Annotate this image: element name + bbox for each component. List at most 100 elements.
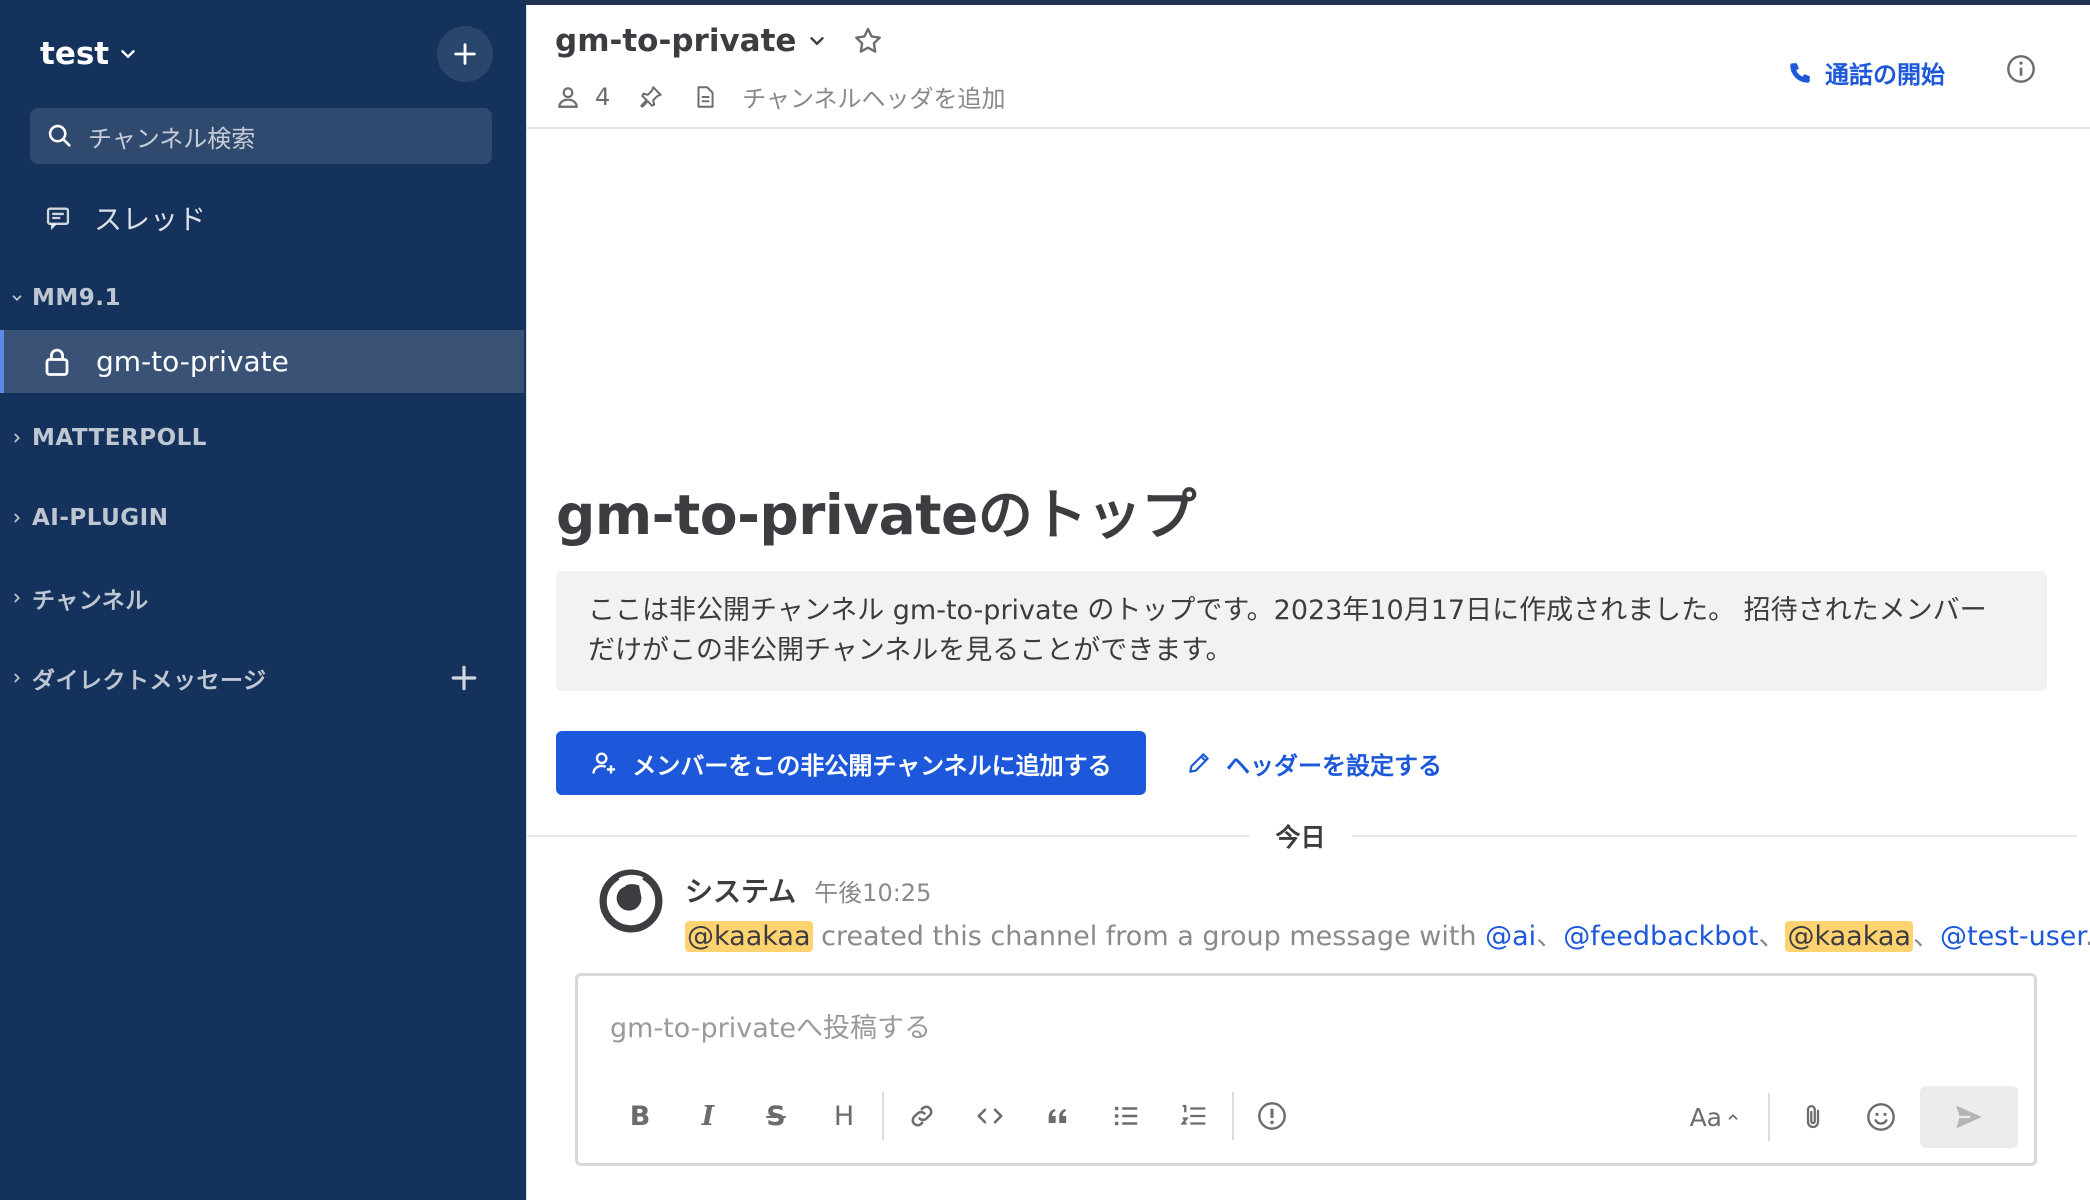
post-time[interactable]: 午後10:25: [814, 873, 931, 908]
strikethrough-button[interactable]: S: [742, 1088, 810, 1144]
attach-file-button[interactable]: [1784, 1089, 1842, 1145]
system-avatar: [599, 869, 663, 933]
sidebar-item-threads[interactable]: スレッド: [0, 192, 526, 244]
intro-line-1: ここは非公開チャンネル gm-to-private のトップです。2023年10…: [588, 595, 1987, 626]
add-channel-button[interactable]: [437, 26, 493, 82]
channel-label: gm-to-private: [96, 345, 289, 378]
add-direct-message-icon[interactable]: [448, 662, 480, 694]
pencil-icon: [1189, 753, 1209, 773]
separator: 、: [1912, 921, 1940, 952]
channel-intro-description: ここは非公開チャンネル gm-to-private のトップです。2023年10…: [556, 571, 2047, 691]
post-message: @kaakaa created this channel from a grou…: [685, 914, 2090, 953]
set-header-label: ヘッダーを設定する: [1226, 751, 1442, 780]
mention-kaakaa[interactable]: @kaakaa: [1785, 921, 1913, 952]
sidebar-item-gm-to-private[interactable]: gm-to-private: [0, 330, 524, 393]
message-composer[interactable]: gm-to-privateへ投稿する B I S H Aa: [575, 973, 2037, 1166]
sidebar-divider: [526, 0, 527, 1200]
chevron-right-icon: [14, 593, 20, 603]
category-matterpoll[interactable]: MATTERPOLL: [0, 418, 526, 458]
intro-line-2: だけがこの非公開チャンネルを見ることができます。: [588, 635, 1233, 666]
send-icon: [1956, 1105, 1982, 1129]
heading-button[interactable]: H: [810, 1088, 878, 1144]
set-header-button[interactable]: ヘッダーを設定する: [1186, 731, 1442, 795]
category-label: MM9.1: [32, 285, 122, 311]
date-separator: 今日: [1275, 823, 1326, 852]
phone-icon: [1790, 62, 1810, 83]
category-mm91[interactable]: MM9.1: [0, 278, 526, 318]
formatting-toggle-button[interactable]: Aa: [1676, 1103, 1754, 1132]
link-icon: [911, 1105, 933, 1127]
date-separator-line: [527, 835, 1249, 837]
chevron-right-icon: [14, 433, 20, 443]
bold-button[interactable]: B: [606, 1088, 674, 1144]
category-label: チャンネル: [32, 588, 149, 614]
category-ai-plugin[interactable]: AI-PLUGIN: [0, 498, 526, 538]
alert-circle-icon: [1258, 1102, 1286, 1130]
numbered-list-icon: [1180, 1104, 1206, 1125]
channel-intro-title: gm-to-privateのトップ: [556, 483, 1196, 547]
member-icon[interactable]: [555, 84, 581, 110]
mention-ai[interactable]: @ai: [1485, 921, 1536, 952]
toolbar-divider: [882, 1092, 884, 1140]
info-icon[interactable]: [2005, 53, 2037, 85]
date-separator-line: [1352, 835, 2077, 837]
mention-feedbackbot[interactable]: @feedbackbot: [1563, 921, 1758, 952]
toolbar-divider: [1768, 1093, 1770, 1141]
category-channels[interactable]: チャンネル: [0, 578, 526, 618]
member-count[interactable]: 4: [595, 83, 610, 111]
add-members-label: メンバーをこの非公開チャンネルに追加する: [632, 751, 1112, 780]
separator: 、: [1758, 921, 1786, 952]
sidebar: test チャンネル検索 スレッド MM9.1 gm-to-private MA…: [0, 0, 526, 1200]
add-member-icon: [592, 752, 616, 774]
code-icon: [977, 1108, 1003, 1124]
send-button[interactable]: [1920, 1086, 2018, 1148]
team-menu-button[interactable]: test: [40, 30, 139, 78]
start-call-label: 通話の開始: [1825, 61, 1945, 89]
toolbar-divider: [1232, 1092, 1234, 1140]
category-label: ダイレクトメッセージ: [32, 668, 267, 694]
star-icon[interactable]: [852, 25, 884, 57]
italic-button[interactable]: I: [674, 1088, 742, 1144]
quote-button[interactable]: [1024, 1088, 1092, 1144]
emoji-picker-button[interactable]: [1852, 1089, 1910, 1145]
add-channel-header-link[interactable]: チャンネルヘッダを追加: [742, 79, 1005, 114]
composer-placeholder[interactable]: gm-to-privateへ投稿する: [610, 1006, 931, 1045]
code-button[interactable]: [956, 1088, 1024, 1144]
emoji-icon: [1867, 1103, 1895, 1131]
quote-icon: [1048, 1109, 1067, 1123]
chevron-right-icon: [14, 513, 20, 523]
mention-creator[interactable]: @kaakaa: [685, 921, 813, 952]
channel-title[interactable]: gm-to-private: [555, 23, 796, 59]
channel-search-input[interactable]: チャンネル検索: [30, 108, 492, 164]
threads-icon: [46, 207, 70, 231]
post-end: .: [2085, 921, 2090, 952]
chevron-up-icon: [1728, 1114, 1738, 1120]
add-members-button[interactable]: メンバーをこの非公開チャンネルに追加する: [556, 731, 1146, 795]
post-header: システム 午後10:25: [685, 870, 931, 910]
search-placeholder: チャンネル検索: [88, 124, 256, 153]
bullet-list-button[interactable]: [1092, 1088, 1160, 1144]
post-author[interactable]: システム: [685, 870, 796, 910]
composer-right-tools: Aa: [1676, 1086, 2018, 1148]
pin-icon[interactable]: [638, 84, 664, 110]
separator: 、: [1536, 921, 1564, 952]
lock-icon: [45, 348, 69, 376]
priority-button[interactable]: [1238, 1088, 1306, 1144]
category-label: AI-PLUGIN: [32, 505, 169, 531]
chevron-right-icon: [14, 673, 20, 683]
link-button[interactable]: [888, 1088, 956, 1144]
formatting-toggle-label: Aa: [1689, 1102, 1722, 1132]
post-text: created this channel from a group messag…: [812, 921, 1486, 952]
channel-header: gm-to-private 4 チャンネルヘッダを追加 通話の開始: [527, 5, 2090, 129]
formatting-toolbar: B I S H: [606, 1088, 1306, 1144]
chevron-down-icon: [121, 50, 135, 58]
team-name: test: [40, 36, 110, 72]
chevron-down-icon: [12, 295, 22, 301]
search-icon: [48, 124, 71, 147]
mention-test-user[interactable]: @test-user: [1940, 921, 2085, 952]
chevron-down-icon[interactable]: [806, 30, 828, 52]
numbered-list-button[interactable]: [1160, 1088, 1228, 1144]
bullet-list-icon: [1114, 1106, 1138, 1126]
paperclip-icon: [1806, 1105, 1820, 1129]
start-call-button[interactable]: 通話の開始: [1787, 55, 1945, 90]
